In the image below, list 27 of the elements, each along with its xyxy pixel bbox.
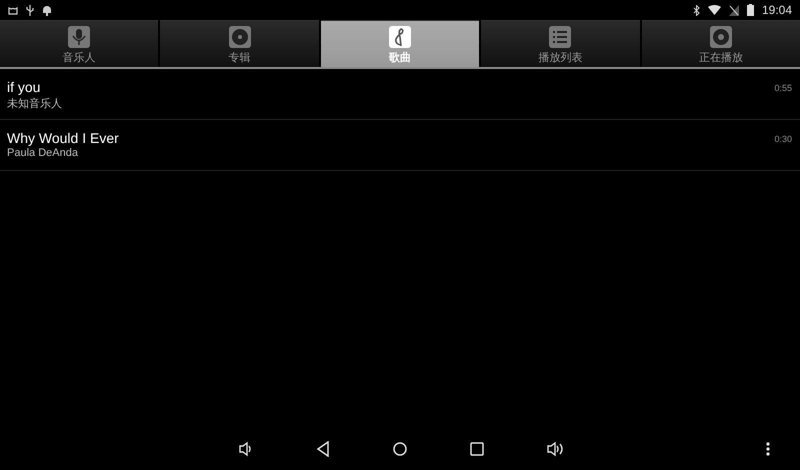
tab[interactable]: 正在播放 xyxy=(642,20,800,67)
usb-icon xyxy=(26,4,34,16)
song-title: if you xyxy=(7,79,42,95)
clock-text: 19:04 xyxy=(762,3,792,17)
duration-text: 0:30 xyxy=(774,134,792,144)
duration-text: 0:55 xyxy=(774,83,792,93)
more-options-icon[interactable] xyxy=(766,442,770,456)
tab[interactable]: 播放列表 xyxy=(481,20,640,67)
artist-name: 未知音乐人 xyxy=(7,96,62,111)
song-row[interactable]: if you 未知音乐人 0:55 xyxy=(0,69,800,120)
tab[interactable]: 专辑 xyxy=(160,20,319,67)
song-row[interactable]: Why Would I Ever Paula DeAnda 0:30 xyxy=(0,120,800,171)
no-signal-icon xyxy=(728,4,739,16)
home-icon[interactable] xyxy=(392,441,408,457)
list-icon xyxy=(549,26,572,48)
disc-icon xyxy=(228,26,251,48)
back-icon[interactable] xyxy=(316,441,330,457)
music-note-icon xyxy=(389,26,412,48)
wifi-icon xyxy=(708,5,721,15)
bluetooth-icon xyxy=(692,4,700,16)
song-title: Why Would I Ever xyxy=(7,130,119,146)
tab[interactable]: 音乐人 xyxy=(0,20,158,67)
mic-icon xyxy=(68,26,90,48)
battery-icon xyxy=(746,4,754,16)
recent-apps-icon[interactable] xyxy=(470,442,484,456)
record-icon xyxy=(710,26,732,48)
artist-name: Paula DeAnda xyxy=(7,147,79,159)
